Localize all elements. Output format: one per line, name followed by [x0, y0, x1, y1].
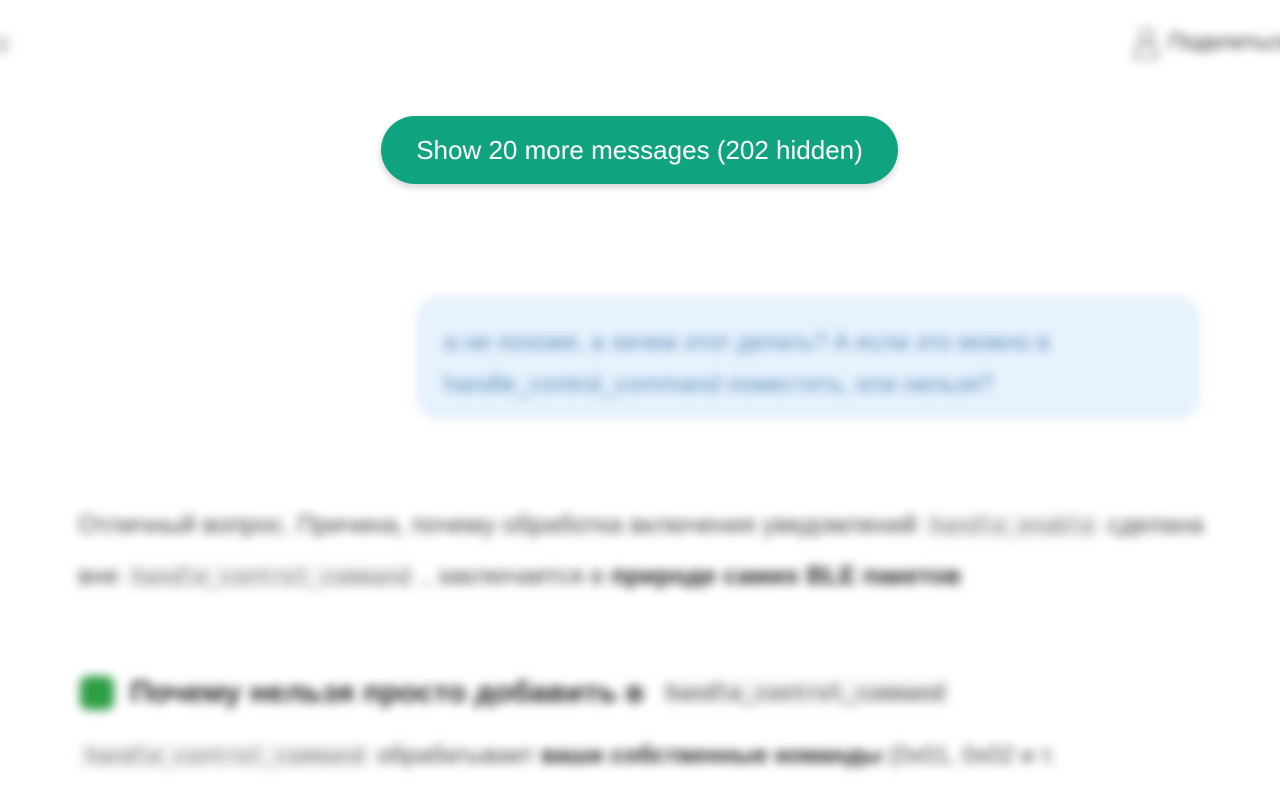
user-message-bubble: а не похоже, а зачем этот делать? А если… [416, 296, 1200, 420]
answer-text-start: Отличный вопрос. Причина, почему обработ… [78, 511, 918, 539]
model-selector[interactable]: ly [0, 30, 10, 56]
assistant-message: Отличный вопрос. Причина, почему обработ… [78, 500, 1208, 602]
answer-bold-text: ваши собственные команды [540, 742, 883, 769]
show-more-label: Show 20 more messages (202 hidden) [416, 134, 863, 165]
answer-text: обрабатывает [376, 742, 535, 769]
inline-code: handle_control_command [125, 565, 417, 589]
check-icon [80, 676, 114, 710]
answer-line: handle_control_command обрабатывает ваши… [80, 742, 1056, 770]
share-label: Поделиться [1168, 29, 1280, 54]
answer-text: (0x01, 0x02 и т. [888, 742, 1056, 769]
user-icon [1133, 28, 1158, 59]
heading-text: Почему нельзя просто добавить в [130, 676, 645, 709]
chat-page: ly Поделиться а не похоже, а зачем этот … [0, 0, 1280, 800]
user-message-text: а не похоже, а зачем этот делать? А если… [444, 329, 1050, 398]
inline-code: handle_enable [924, 514, 1101, 538]
show-more-messages-button[interactable]: Show 20 more messages (202 hidden) [381, 116, 898, 184]
answer-text-mid: , заключается в [423, 562, 604, 590]
answer-bold-text: природе самих BLE пакетов [610, 562, 961, 590]
share-button[interactable]: Поделиться [1133, 28, 1280, 59]
answer-heading: Почему нельзя просто добавить в handle_c… [80, 676, 951, 710]
model-selector-label: ly [0, 30, 10, 55]
answer-text-mid: сделана вне [78, 511, 1204, 590]
heading-code: handle_control_command [660, 681, 951, 705]
inline-code: handle_control_command [80, 744, 371, 768]
